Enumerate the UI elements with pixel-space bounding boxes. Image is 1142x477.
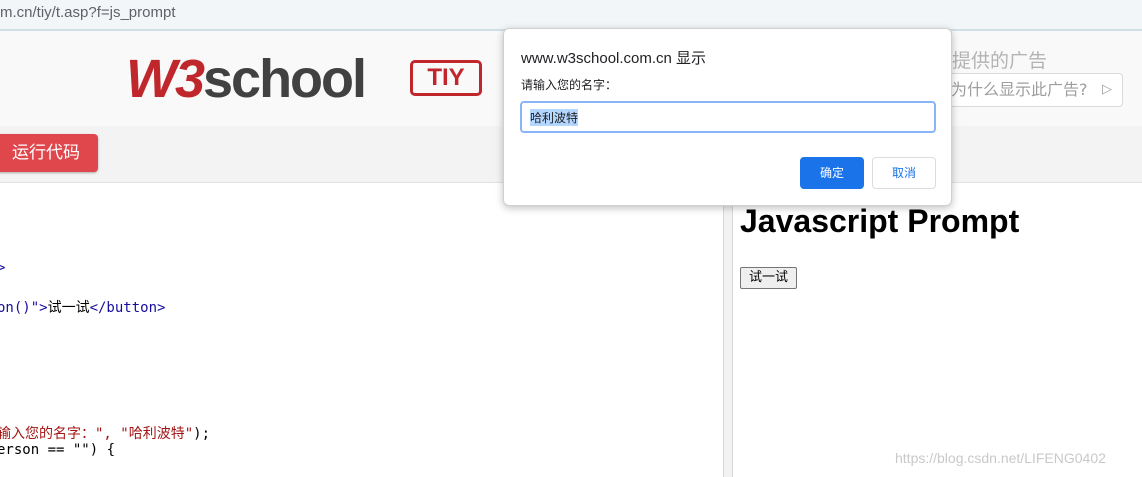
code-line: on()">试一试</button> [0, 300, 166, 316]
result-heading: Javascript Prompt [740, 203, 1020, 239]
why-this-ad-label: 为什么显示此广告? [951, 80, 1088, 99]
why-this-ad-button[interactable]: 为什么显示此广告? ▷ [940, 73, 1123, 107]
address-bar[interactable]: m.cn/tiy/t.asp?f=js_prompt [0, 0, 1142, 31]
try-it-button[interactable]: 试一试 [740, 267, 797, 289]
url-text[interactable]: m.cn/tiy/t.asp?f=js_prompt [0, 4, 176, 21]
ad-label: 提供的广告 [952, 50, 1048, 72]
pane-divider[interactable] [723, 183, 733, 477]
run-code-button[interactable]: 运行代码 [0, 134, 98, 172]
code-line: 输入您的名字：", "哈利波特"); [0, 426, 211, 442]
w3school-logo[interactable]: W3school [126, 49, 367, 109]
prompt-input-value: 哈利波特 [530, 109, 579, 126]
watermark: https://blog.csdn.net/LIFENG0402 [895, 450, 1106, 466]
tiy-badge: TIY [410, 60, 482, 96]
ok-button[interactable]: 确定 [800, 157, 864, 189]
code-line: > [0, 260, 6, 276]
play-triangle-icon: ▷ [1102, 82, 1112, 97]
dialog-message: 请输入您的名字： [521, 78, 618, 92]
prompt-dialog: www.w3school.com.cn 显示 请输入您的名字： 哈利波特 确定 … [503, 28, 952, 206]
prompt-input[interactable]: 哈利波特 [520, 101, 936, 133]
code-line: erson == "") { [0, 442, 116, 458]
result-pane: Javascript Prompt 试一试 [734, 183, 1142, 477]
dialog-title: www.w3school.com.cn 显示 [521, 50, 707, 67]
code-editor[interactable]: > on()">试一试</button> 输入您的名字：", "哈利波特"); … [0, 183, 723, 477]
cancel-button[interactable]: 取消 [872, 157, 936, 189]
